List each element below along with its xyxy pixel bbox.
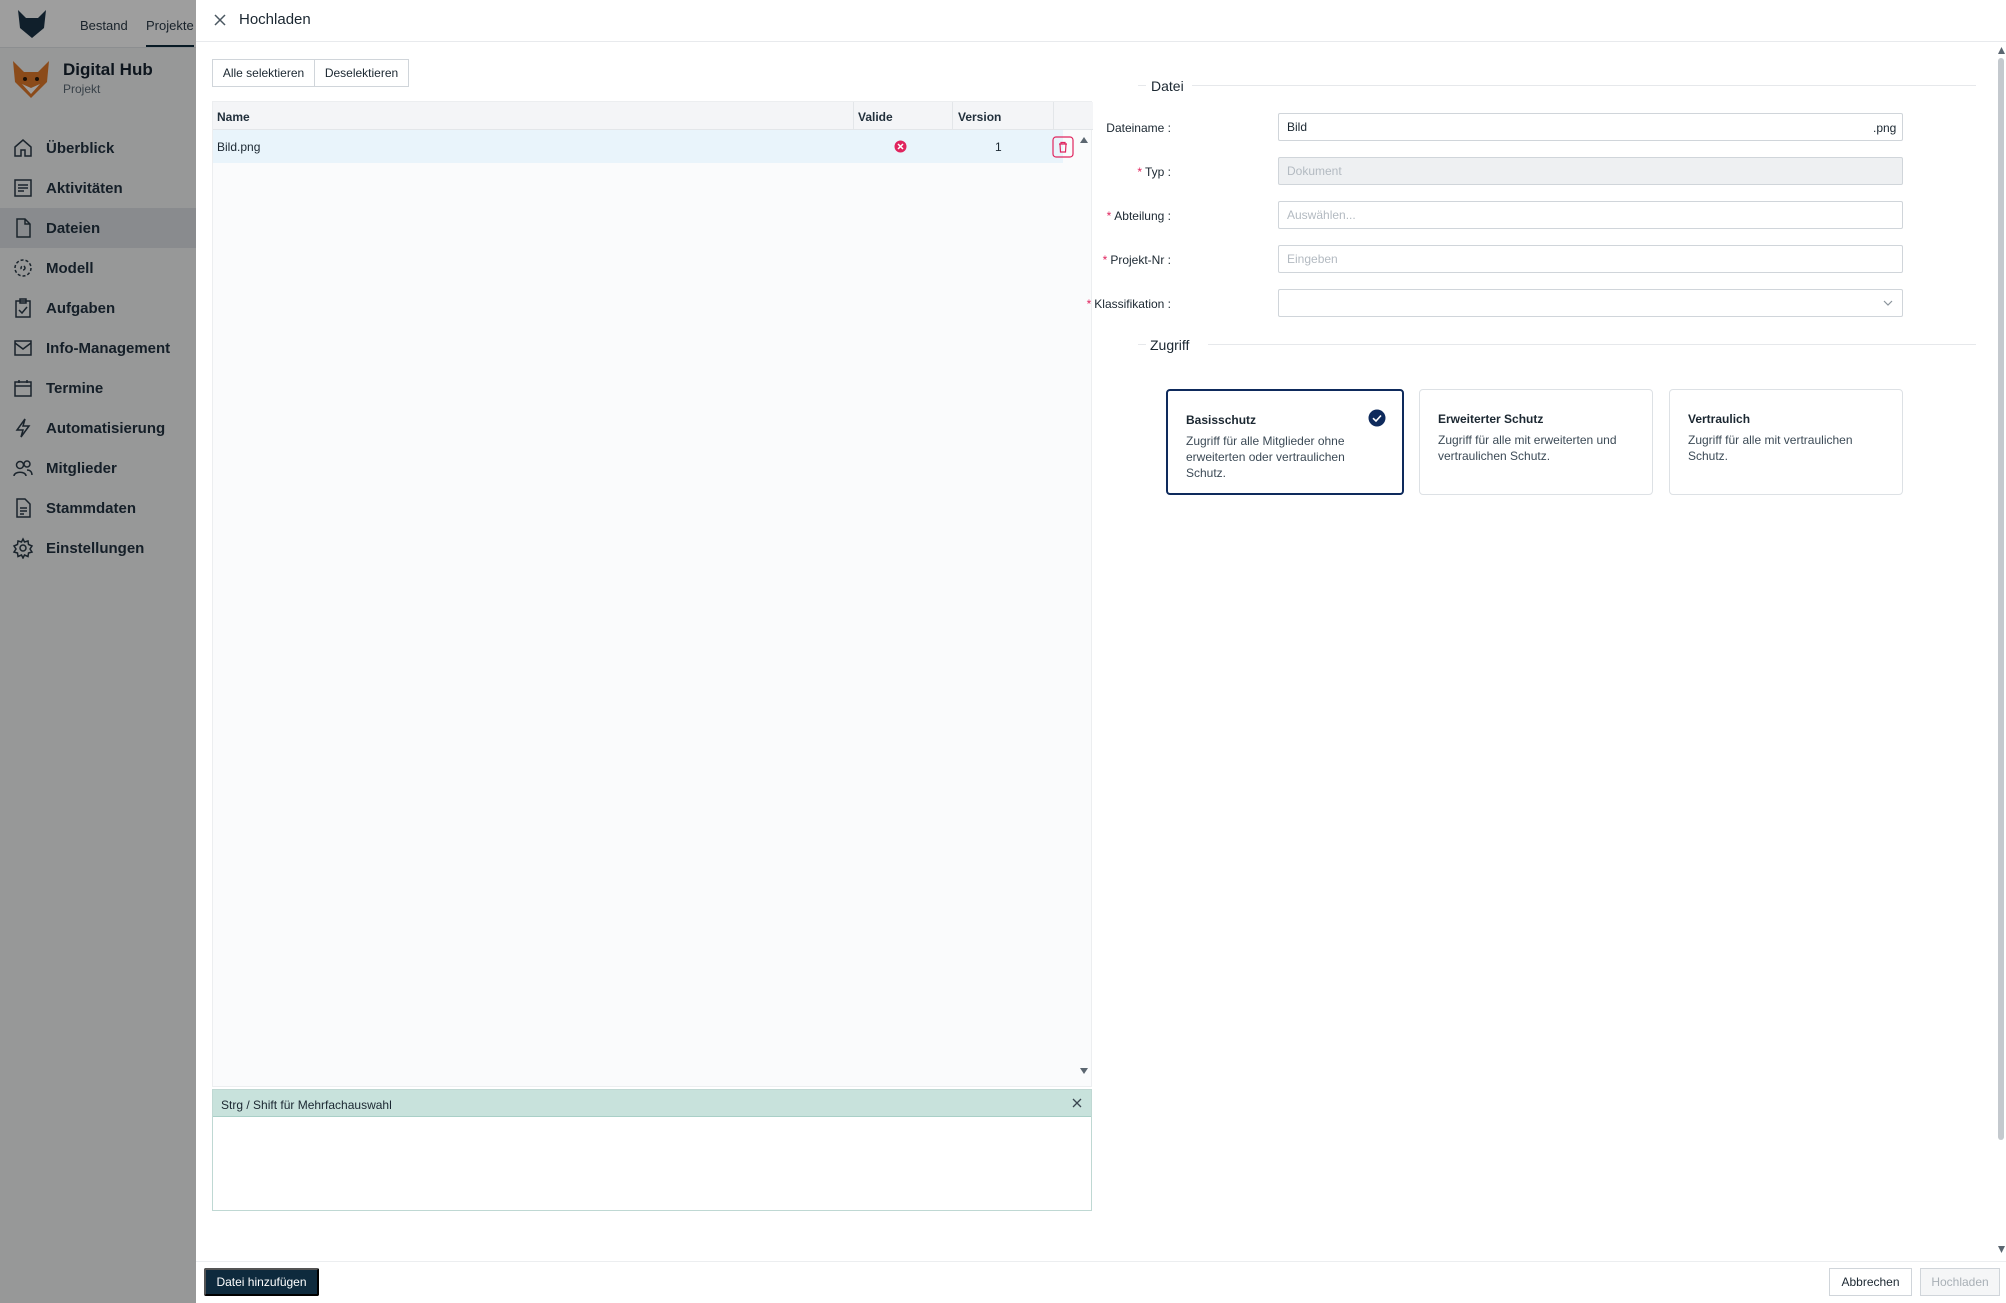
- type-label: * Typ :: [1137, 165, 1171, 179]
- activity-icon: [14, 179, 32, 197]
- upload-button: Hochladen: [1920, 1268, 2000, 1296]
- sidebar-item-termine[interactable]: Termine: [0, 368, 196, 408]
- sidebar-item-info-management[interactable]: Info-Management: [0, 328, 196, 368]
- info-hint-bar: Strg / Shift für Mehrfachauswahl: [213, 1090, 1091, 1117]
- project-number-input[interactable]: [1278, 245, 1903, 273]
- drawer-title: Hochladen: [239, 11, 311, 28]
- footer-divider: [196, 1261, 2006, 1262]
- close-icon[interactable]: [210, 10, 230, 30]
- access-card-basisschutz[interactable]: Basisschutz Zugriff für alle Mitglieder …: [1166, 389, 1404, 495]
- sidebar-item-ueberblick[interactable]: Überblick: [0, 128, 196, 168]
- section-title-datei: Datei: [1151, 78, 1184, 94]
- sidebar-item-aufgaben[interactable]: Aufgaben: [0, 288, 196, 328]
- scroll-up-arrow-icon[interactable]: [1079, 135, 1089, 145]
- sidebar-item-mitglieder[interactable]: Mitglieder: [0, 448, 196, 488]
- access-card-title: Erweiterter Schutz: [1438, 412, 1544, 426]
- access-card-title: Basisschutz: [1186, 413, 1257, 427]
- info-hint-box: Strg / Shift für Mehrfachauswahl: [212, 1089, 1092, 1211]
- sidebar-item-einstellungen[interactable]: Einstellungen: [0, 528, 196, 568]
- access-card-description: Zugriff für alle mit erweiterten und ver…: [1438, 433, 1617, 463]
- sidebar-item-stammdaten[interactable]: Stammdaten: [0, 488, 196, 528]
- gear-icon: [12, 537, 34, 559]
- table-row[interactable]: Bild.png 1: [213, 130, 1074, 163]
- type-input: [1278, 157, 1903, 185]
- fox-logo-icon[interactable]: [14, 6, 50, 42]
- project-name: Digital Hub: [63, 60, 153, 79]
- filename-extension: .png: [1873, 121, 1897, 135]
- access-card-description: Zugriff für alle Mitglieder ohne erweite…: [1186, 434, 1345, 480]
- department-select[interactable]: [1278, 201, 1903, 229]
- project-number-label: * Projekt-Nr :: [1102, 253, 1171, 267]
- cancel-button[interactable]: Abbrechen: [1829, 1268, 1912, 1296]
- calendar-icon: [14, 380, 32, 397]
- access-card-erweiterter-schutz[interactable]: Erweiterter Schutz Zugriff für alle mit …: [1419, 389, 1653, 495]
- filename-label: Dateiname :: [1106, 121, 1171, 135]
- department-label: * Abteilung :: [1106, 209, 1171, 223]
- section-title-zugriff: Zugriff: [1150, 337, 1190, 353]
- topnav-projekte[interactable]: Projekte: [146, 18, 194, 47]
- chevron-down-icon[interactable]: [1882, 297, 1894, 309]
- access-card-description: Zugriff für alle mit vertraulichen Schut…: [1688, 433, 1853, 463]
- filename-input[interactable]: [1278, 113, 1903, 141]
- section-divider: [1192, 85, 1976, 86]
- drawer-header: Hochladen: [196, 0, 2006, 42]
- classification-select[interactable]: [1278, 289, 1903, 317]
- project-subtitle: Projekt: [63, 82, 101, 96]
- column-divider: [952, 102, 953, 130]
- check-circle-icon: [1368, 409, 1386, 427]
- file-icon: [16, 218, 31, 238]
- invalid-icon: [894, 140, 907, 153]
- fox-avatar-icon: [13, 61, 49, 98]
- column-valide[interactable]: Valide: [858, 110, 893, 124]
- select-all-button[interactable]: Alle selektieren: [212, 59, 315, 87]
- upload-drawer: Hochladen Alle selektieren Deselektieren…: [196, 0, 2006, 1303]
- sidebar-item-dateien[interactable]: Dateien: [0, 208, 196, 248]
- app-sidebar: Bestand Projekte Digital Hub Projekt Übe…: [0, 0, 196, 1303]
- table-header: Name Valide Version: [213, 102, 1093, 130]
- file-name-cell: Bild.png: [217, 140, 261, 154]
- info-hint-text: Strg / Shift für Mehrfachauswahl: [221, 1098, 392, 1112]
- project-header[interactable]: Digital Hub Projekt: [10, 58, 190, 102]
- file-table: Name Valide Version Bild.png 1: [212, 101, 1093, 1087]
- close-hint-icon[interactable]: [1071, 1097, 1083, 1109]
- classification-label: * Klassifikation :: [1086, 297, 1171, 311]
- section-divider: [1138, 85, 1146, 86]
- sidebar-item-automatisierung[interactable]: Automatisierung: [0, 408, 196, 448]
- version-cell: 1: [995, 140, 1002, 154]
- sidebar-item-modell[interactable]: Modell: [0, 248, 196, 288]
- scroll-down-arrow-icon[interactable]: [1079, 1066, 1089, 1076]
- column-divider: [853, 102, 854, 130]
- sidebar-item-aktivitaeten[interactable]: Aktivitäten: [0, 168, 196, 208]
- deselect-button[interactable]: Deselektieren: [314, 59, 409, 87]
- section-divider: [1208, 344, 1976, 345]
- section-divider: [1138, 344, 1146, 345]
- lightning-icon: [15, 418, 31, 438]
- access-card-title: Vertraulich: [1688, 412, 1751, 426]
- add-file-button[interactable]: Datei hinzufügen: [204, 1268, 319, 1296]
- home-icon: [14, 139, 32, 157]
- tasks-icon: [15, 298, 31, 318]
- drawer-scrollbar-thumb[interactable]: [1998, 58, 2004, 1140]
- model-icon: [14, 259, 32, 277]
- members-icon: [13, 460, 33, 477]
- column-version[interactable]: Version: [958, 110, 1001, 124]
- top-navigation: Bestand Projekte: [0, 0, 196, 48]
- side-navigation: Überblick Aktivitäten Dateien Modell Auf…: [0, 128, 196, 568]
- inbox-icon: [14, 340, 32, 356]
- document-icon: [16, 498, 31, 518]
- access-card-vertraulich[interactable]: Vertraulich Zugriff für alle mit vertrau…: [1669, 389, 1903, 495]
- column-name[interactable]: Name: [217, 110, 250, 124]
- topnav-bestand[interactable]: Bestand: [80, 18, 128, 33]
- delete-icon[interactable]: [1052, 136, 1074, 158]
